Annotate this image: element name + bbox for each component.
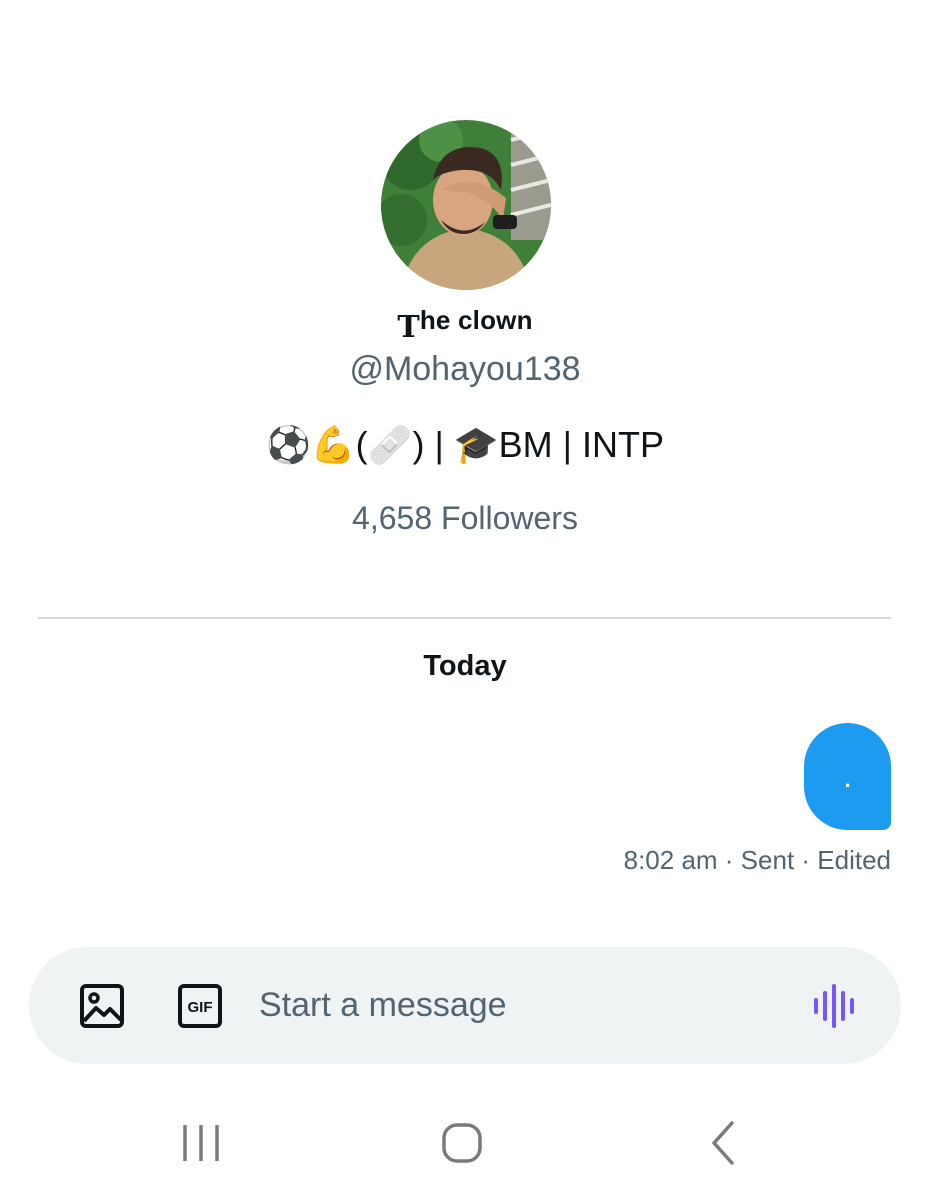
gif-icon[interactable]: GIF <box>177 983 223 1029</box>
recents-icon[interactable] <box>172 1118 232 1168</box>
display-name-initial: T <box>397 310 420 345</box>
avatar-photo <box>381 120 551 290</box>
profile-handle: @Mohayou138 <box>349 350 581 388</box>
message-composer: GIF <box>29 947 901 1064</box>
image-icon[interactable] <box>79 983 125 1029</box>
display-name-rest: he clown <box>419 305 533 335</box>
gif-label: GIF <box>188 999 213 1016</box>
section-divider <box>38 617 891 619</box>
profile-avatar[interactable] <box>381 120 551 290</box>
day-separator: Today <box>423 650 507 682</box>
message-text: . <box>844 767 851 792</box>
followers-count[interactable]: 4,658 Followers <box>0 500 930 537</box>
home-icon[interactable] <box>432 1118 492 1168</box>
voice-waveform-icon[interactable] <box>811 983 861 1029</box>
back-icon[interactable] <box>694 1118 754 1168</box>
message-meta: 8:02 am · Sent · Edited <box>623 845 891 875</box>
message-bubble-outgoing[interactable]: . <box>804 723 891 830</box>
profile-bio: ⚽💪(🩹) | 🎓BM | INTP <box>266 424 664 465</box>
message-input[interactable] <box>259 977 779 1033</box>
display-name: The clown <box>0 302 930 345</box>
